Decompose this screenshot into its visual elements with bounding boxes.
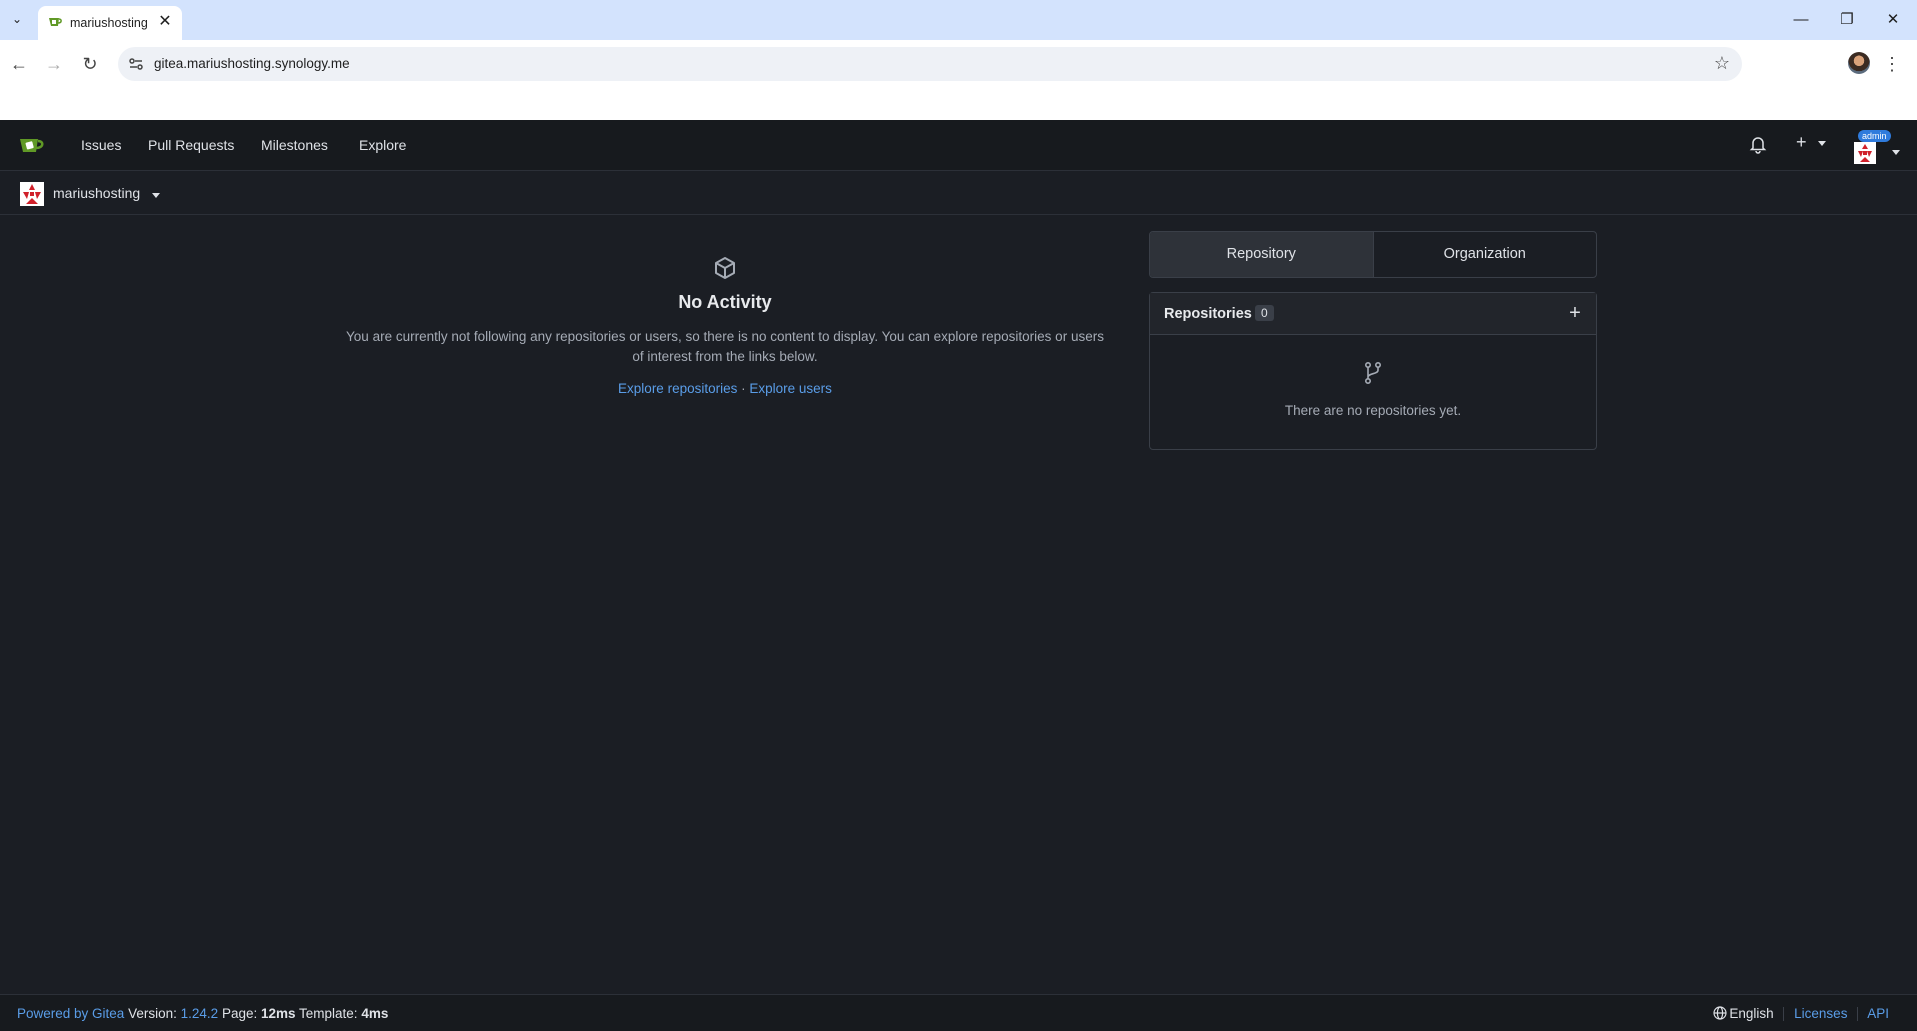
licenses-link[interactable]: Licenses [1794, 1006, 1847, 1021]
admin-badge: admin [1858, 130, 1891, 142]
nav-issues[interactable]: Issues [81, 137, 121, 153]
site-info-icon[interactable] [126, 54, 146, 74]
context-bar: mariushosting [0, 171, 1917, 215]
page-footer: Powered by Gitea Version: 1.24.2 Page: 1… [0, 994, 1917, 1031]
nav-pull-requests[interactable]: Pull Requests [148, 137, 234, 153]
language-label: English [1729, 1006, 1774, 1021]
repositories-count-badge: 0 [1255, 305, 1274, 321]
link-separator: · [741, 381, 746, 396]
chevron-down-icon [152, 193, 160, 198]
package-icon [715, 257, 735, 279]
browser-tabstrip: ⌄ mariushosting ✕ — ❐ ✕ [0, 0, 1917, 40]
back-icon[interactable]: ← [5, 50, 33, 78]
reload-icon[interactable]: ↻ [76, 50, 104, 78]
template-time: 4ms [361, 1006, 389, 1021]
footer-links: English Licenses API [1713, 1006, 1889, 1022]
api-link[interactable]: API [1867, 1006, 1889, 1021]
gitea-favicon-icon [49, 18, 62, 26]
tab-close-icon[interactable]: ✕ [156, 13, 174, 31]
minimize-icon[interactable]: — [1786, 8, 1816, 32]
user-avatar [1854, 142, 1876, 164]
context-avatar [20, 182, 44, 206]
repositories-header: Repositories 0 + [1150, 293, 1596, 335]
language-selector[interactable]: English [1713, 1006, 1777, 1021]
footer-divider [1857, 1007, 1859, 1022]
browser-profile-avatar[interactable] [1848, 52, 1870, 74]
page-label: Page: [221, 1006, 258, 1021]
explore-links: Explore repositories · Explore users [340, 381, 1110, 396]
tab-repository[interactable]: Repository [1150, 232, 1373, 277]
nav-milestones[interactable]: Milestones [261, 137, 328, 153]
browser-menu-icon[interactable]: ⋮ [1882, 50, 1902, 78]
notification-bell-icon[interactable] [1748, 134, 1768, 154]
version-label: Version: [128, 1006, 177, 1021]
gitea-navbar: Issues Pull Requests Milestones Explore … [0, 120, 1917, 171]
page-time: 12ms [260, 1006, 296, 1021]
no-activity-title: No Activity [678, 292, 772, 312]
gitea-logo-icon[interactable] [18, 134, 50, 156]
tab-search-chevron-icon[interactable]: ⌄ [6, 8, 28, 30]
activity-empty-state: No Activity You are currently not follow… [340, 255, 1110, 396]
plus-icon: + [1796, 132, 1807, 152]
powered-by-gitea-link[interactable]: Powered by Gitea [17, 1006, 124, 1021]
footer-divider [1783, 1007, 1785, 1022]
explore-repositories-link[interactable]: Explore repositories [618, 381, 737, 396]
dashboard-tabs: Repository Organization [1149, 231, 1597, 278]
context-username: mariushosting [53, 185, 141, 201]
tab-organization[interactable]: Organization [1372, 232, 1597, 277]
nav-explore[interactable]: Explore [359, 137, 406, 153]
chevron-down-icon [1892, 150, 1900, 155]
user-menu[interactable]: admin [1852, 128, 1902, 164]
chevron-down-icon [1817, 140, 1826, 146]
bookmark-star-icon[interactable]: ☆ [1714, 53, 1730, 74]
footer-info: Powered by Gitea Version: 1.24.2 Page: 1… [17, 1006, 388, 1021]
no-activity-description: You are currently not following any repo… [346, 329, 1104, 364]
repositories-title: Repositories [1164, 306, 1252, 322]
explore-users-link[interactable]: Explore users [749, 381, 832, 396]
browser-tab[interactable]: mariushosting ✕ [38, 6, 182, 40]
address-bar[interactable]: gitea.mariushosting.synology.me ☆ [118, 47, 1742, 81]
version-link[interactable]: 1.24.2 [181, 1006, 219, 1021]
add-repository-icon[interactable]: + [1564, 302, 1586, 324]
no-repositories-text: There are no repositories yet. [1284, 403, 1462, 418]
template-label: Template: [299, 1006, 358, 1021]
browser-toolbar: ← → ↻ gitea.mariushosting.synology.me ☆ … [0, 40, 1917, 120]
forward-icon[interactable]: → [40, 50, 68, 78]
close-window-icon[interactable]: ✕ [1878, 8, 1908, 32]
restore-icon[interactable]: ❐ [1832, 8, 1862, 32]
globe-icon [1713, 1006, 1727, 1020]
create-menu[interactable]: + [1796, 132, 1832, 156]
tab-title: mariushosting [70, 16, 148, 30]
url-text: gitea.mariushosting.synology.me [154, 56, 350, 71]
repositories-panel: Repositories 0 + There are no repositori… [1149, 292, 1597, 450]
repo-forked-icon [1364, 361, 1382, 384]
